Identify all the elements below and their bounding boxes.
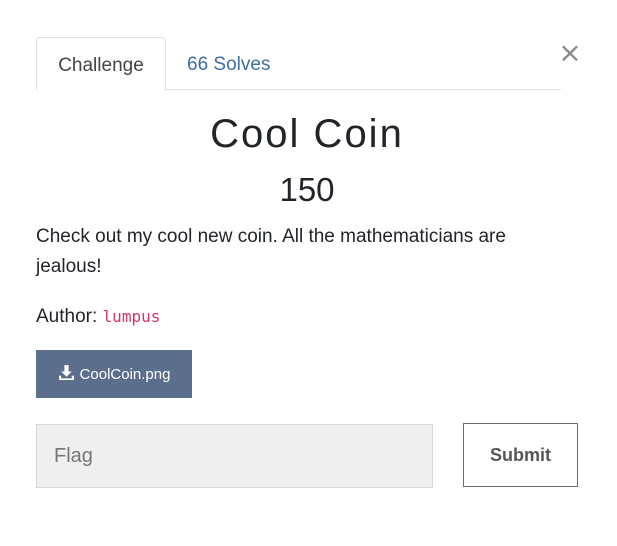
tab-bar: Challenge 66 Solves — [36, 37, 561, 91]
challenge-title: Cool Coin — [210, 112, 404, 156]
author-name: lumpus — [102, 307, 161, 326]
author-label: Author: — [36, 306, 98, 327]
close-icon[interactable]: × — [558, 38, 582, 68]
download-icon — [58, 364, 80, 385]
author-line: Author: lumpus — [36, 302, 160, 332]
tab-solves[interactable]: 66 Solves — [167, 37, 290, 90]
submit-button[interactable]: Submit — [463, 423, 578, 487]
download-file-label: CoolCoin.png — [79, 365, 171, 383]
challenge-points: 150 — [279, 171, 335, 208]
tab-challenge[interactable]: Challenge — [36, 37, 166, 91]
flag-input[interactable] — [36, 424, 433, 488]
download-file-button[interactable]: CoolCoin.png — [36, 350, 192, 398]
challenge-description: Check out my cool new coin. All the math… — [36, 226, 506, 277]
